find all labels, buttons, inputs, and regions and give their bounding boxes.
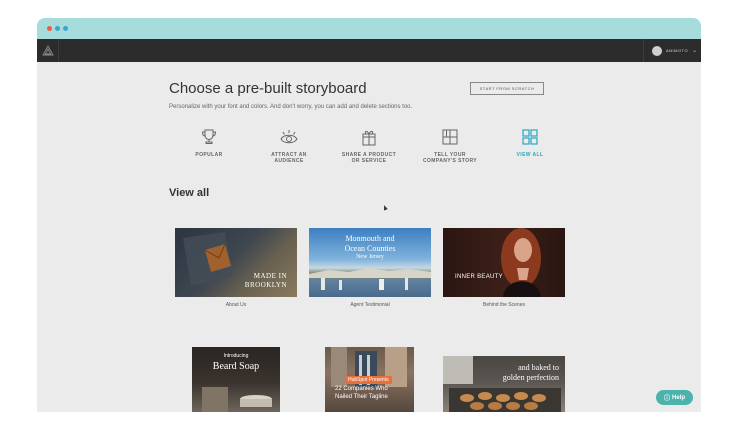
animoto-logo-icon[interactable] xyxy=(37,39,59,62)
card-overlay-text: Nailed Their Tagline xyxy=(335,394,388,400)
browser-window: ANIMOTO ⌄ Choose a pre-built storyboard … xyxy=(37,18,701,412)
category-label: TELL YOUR COMPANY'S STORY xyxy=(422,152,478,164)
storyboard-card-behind-scenes[interactable]: INNER BEAUTY Behind the Scenes xyxy=(443,228,565,310)
card-overlay-text: Beard Soap xyxy=(212,361,260,372)
card-overlay-text: Ocean Counties xyxy=(344,244,396,253)
card-overlay-text: Monmouth and xyxy=(345,234,395,243)
storyboard-card-about-us[interactable]: MADE IN BROOKLYN About Us xyxy=(175,228,297,310)
section-title: View all xyxy=(169,187,210,199)
category-label: ATTRACT AN AUDIENCE xyxy=(271,152,307,164)
card-caption: Behind the Scenes xyxy=(483,302,525,308)
card-thumbnail: INNER BEAUTY xyxy=(443,228,565,297)
card-thumbnail: HubSpot Presents 22 Companies Who Nailed… xyxy=(325,347,414,412)
category-company-story[interactable]: TELL YOUR COMPANY'S STORY xyxy=(420,128,480,164)
mouse-cursor-icon xyxy=(382,204,388,211)
help-label: Help xyxy=(672,394,686,401)
storyboard-card-baked[interactable]: and baked to golden perfection xyxy=(443,356,565,412)
storyboard-card-beard-soap[interactable]: Introducing Beard Soap xyxy=(192,347,280,412)
maximize-window-icon[interactable] xyxy=(63,26,68,31)
category-label: POPULAR xyxy=(195,152,223,158)
category-popular[interactable]: POPULAR xyxy=(179,128,239,158)
category-label: VIEW ALL xyxy=(516,152,544,158)
card-overlay-text: and baked to xyxy=(518,363,559,372)
category-attract-audience[interactable]: ATTRACT AN AUDIENCE xyxy=(259,128,319,164)
storyboard-card-agent-testimonial[interactable]: Monmouth and Ocean Counties New Jersey A… xyxy=(309,228,431,310)
chevron-down-icon: ⌄ xyxy=(692,48,698,54)
category-share-product[interactable]: SHARE A PRODUCT OR SERVICE xyxy=(339,128,399,164)
help-button[interactable]: ⓘ Help xyxy=(656,390,693,405)
category-view-all[interactable]: VIEW ALL xyxy=(500,128,560,158)
card-overlay-text: BROOKLYN xyxy=(244,281,287,289)
card-thumbnail: Monmouth and Ocean Counties New Jersey xyxy=(309,228,431,297)
card-overlay-text: INNER BEAUTY xyxy=(455,274,503,280)
card-overlay-text: golden perfection xyxy=(502,373,559,382)
category-label: SHARE A PRODUCT OR SERVICE xyxy=(341,152,397,164)
user-menu[interactable]: ANIMOTO ⌄ xyxy=(643,39,701,62)
card-overlay-text: New Jersey xyxy=(356,254,384,260)
grid-icon xyxy=(500,128,560,146)
card-overlay-text: 22 Companies Who xyxy=(335,386,388,392)
app-header: ANIMOTO ⌄ xyxy=(37,39,701,62)
card-overlay-text: MADE IN xyxy=(253,272,287,280)
storyboard-card-hubspot[interactable]: HubSpot Presents 22 Companies Who Nailed… xyxy=(325,347,414,412)
help-icon: ⓘ xyxy=(663,396,670,402)
window-chrome xyxy=(37,18,701,39)
card-overlay-text: Introducing xyxy=(223,353,249,359)
card-thumbnail: MADE IN BROOKLYN xyxy=(175,228,297,297)
page-title: Choose a pre-built storyboard xyxy=(169,80,367,97)
card-caption: About Us xyxy=(225,302,247,308)
card-overlay-badge: HubSpot Presents xyxy=(345,376,392,384)
close-window-icon[interactable] xyxy=(47,26,52,31)
card-caption: Agent Testimonial xyxy=(350,302,390,308)
avatar xyxy=(652,45,662,56)
user-name: ANIMOTO xyxy=(666,48,689,53)
minimize-window-icon[interactable] xyxy=(55,26,60,31)
page-subtitle: Personalize with your font and colors. A… xyxy=(169,104,413,110)
card-thumbnail: and baked to golden perfection xyxy=(443,356,565,412)
gift-icon xyxy=(339,128,399,146)
main-content: Choose a pre-built storyboard Personaliz… xyxy=(37,62,701,412)
storyboard-icon xyxy=(420,128,480,146)
start-from-scratch-button[interactable]: START FROM SCRATCH xyxy=(470,82,544,95)
eye-icon xyxy=(259,128,319,146)
card-thumbnail: Introducing Beard Soap xyxy=(192,347,280,412)
trophy-icon xyxy=(179,128,239,146)
